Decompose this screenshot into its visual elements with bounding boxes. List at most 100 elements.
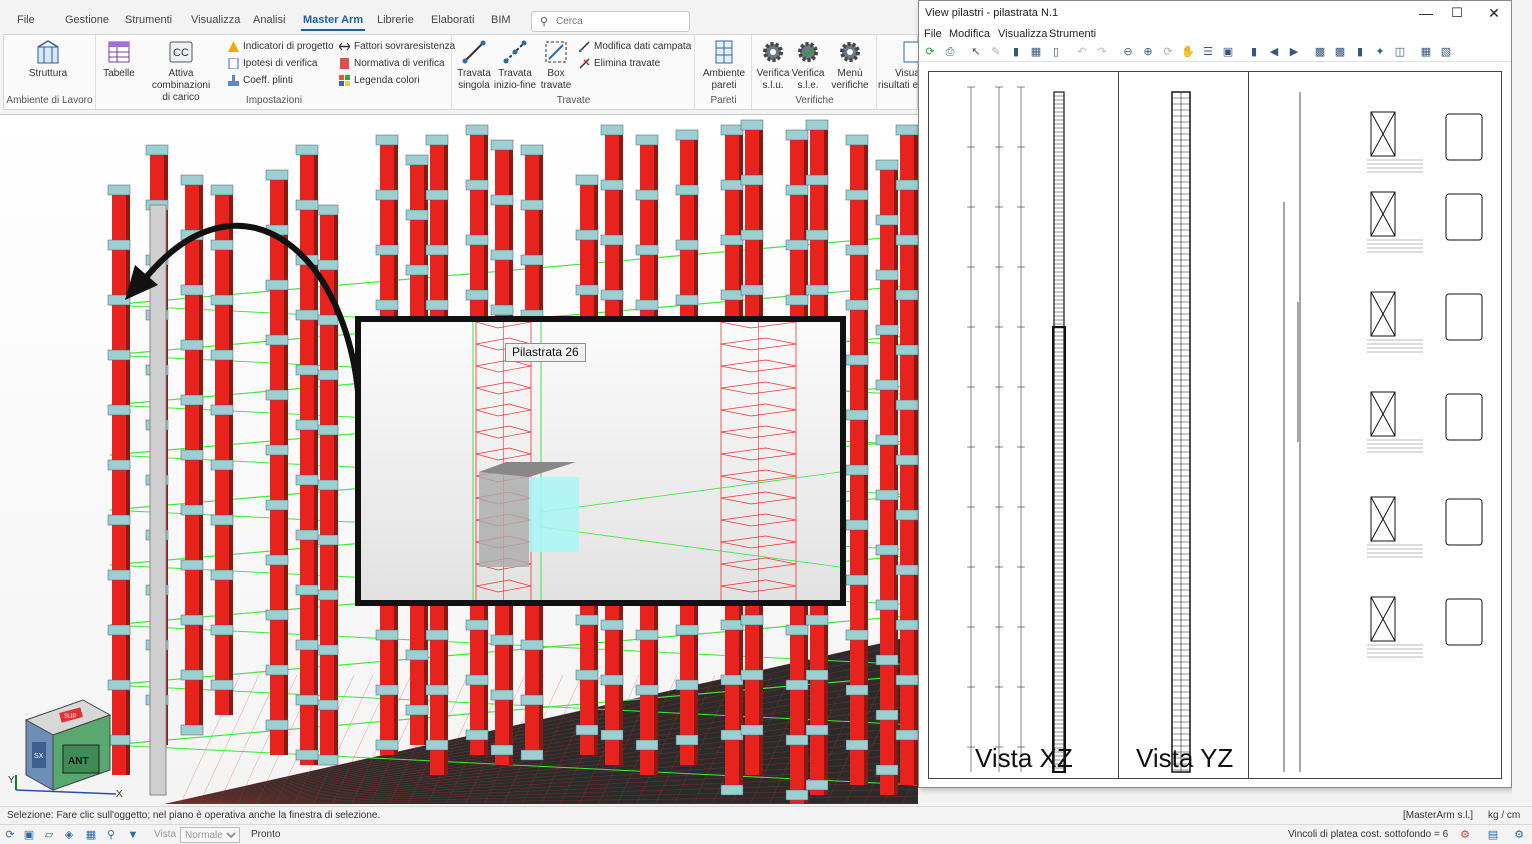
beam-column-node (895, 729, 918, 741)
indicatori-button[interactable]: Indicatori di progetto (228, 39, 334, 55)
search-input[interactable] (556, 14, 684, 29)
settings-icon[interactable]: ▧ (1439, 45, 1453, 59)
menu-strumenti[interactable]: Strumenti (125, 14, 172, 26)
filter-icon[interactable]: ⚲ (104, 828, 118, 842)
pan-icon[interactable]: ✋ (1181, 45, 1195, 59)
beam-column-node (107, 569, 131, 581)
beam-column-node (315, 259, 339, 271)
beam-column-node (425, 189, 449, 201)
section-icon[interactable]: ▦ (1029, 45, 1043, 59)
elimina-travate-button[interactable]: Elimina travate (579, 56, 660, 72)
bottom-toolbar: ⟳ ▣ ▱ ◈ ▦ ⚲ ▼ Vista : Normale Pronto Vin… (0, 824, 1532, 844)
edit-icon[interactable]: ✎ (989, 45, 1003, 59)
modifica-campata-button[interactable]: Modifica dati campata (579, 39, 691, 55)
sw-menu-strumenti[interactable]: Strumenti (1049, 28, 1096, 40)
menu-gestione[interactable]: Gestione (65, 14, 109, 26)
verifica-sle-button[interactable]: Verifica s.l.e. (790, 39, 826, 92)
struttura-button[interactable]: Struttura (28, 39, 68, 80)
zoom-in-icon[interactable]: ⊕ (1141, 45, 1155, 59)
menu-verifiche-button[interactable]: Menù verifiche (827, 39, 873, 92)
view-3d-icon[interactable]: ▱ (42, 828, 56, 842)
beam-column-node (315, 699, 339, 711)
undo-icon[interactable]: ↶ (1075, 45, 1089, 59)
render-icon[interactable]: ◈ (62, 828, 76, 842)
window-titlebar[interactable]: View pilastri - pilastrata N.1 — ☐ ✕ (919, 1, 1511, 25)
beam-column-node (845, 189, 869, 201)
beam-column-node (265, 279, 289, 291)
beam-column-node (845, 684, 869, 696)
menu-elaborati[interactable]: Elaborati (431, 14, 474, 26)
beam-column-node (180, 724, 204, 736)
forward-icon[interactable]: ▶ (1287, 45, 1301, 59)
coeff-plinti-button[interactable]: Coeff. plinti (228, 73, 293, 89)
back-icon[interactable]: ◀ (1267, 45, 1281, 59)
view-cube[interactable]: SUP SX ANT Y X (8, 690, 128, 800)
travata-singola-label-1: Travata (457, 68, 491, 79)
select-arrow-icon[interactable]: ↖ (969, 45, 983, 59)
rotate-icon[interactable]: ⟳ (1161, 45, 1175, 59)
beam-column-node (785, 624, 809, 636)
chart-icon[interactable]: ▩ (1313, 45, 1327, 59)
normativa-button[interactable]: Normativa di verifica (339, 56, 445, 72)
export-icon[interactable]: ▦ (1419, 45, 1433, 59)
menu-librerie[interactable]: Librerie (377, 14, 414, 26)
menu-visualizza[interactable]: Visualizza (191, 14, 240, 26)
vista-select[interactable]: Normale (180, 827, 240, 843)
constraint-icon[interactable]: ⚙ (1458, 828, 1472, 842)
beam-column-node (295, 639, 319, 651)
ipotesi-button[interactable]: Ipotesi di verifica (228, 56, 317, 72)
verifica-slu-button[interactable]: Verifica s.l.u. (755, 39, 791, 92)
redo-icon[interactable]: ↷ (1095, 45, 1109, 59)
menu-master-arm[interactable]: Master Arm (300, 14, 366, 31)
search-box[interactable]: ⚲ (531, 11, 690, 32)
sw-menu-file[interactable]: File (924, 28, 942, 40)
layers-icon[interactable]: ☰ (1201, 45, 1215, 59)
column-icon[interactable]: ▮ (1009, 45, 1023, 59)
zoomed-column-detail (472, 322, 840, 600)
bars-icon[interactable]: ▮ (1353, 45, 1367, 59)
column-drawing-area[interactable]: Vista XZ Vista YZ (928, 71, 1502, 779)
travata-inizio-fine-button[interactable]: Travata inizio-fine (493, 39, 537, 92)
close-icon[interactable]: ✕ (1479, 4, 1509, 22)
rebar-icon[interactable]: ▯ (1049, 45, 1063, 59)
diagram-icon[interactable]: ▩ (1333, 45, 1347, 59)
report-icon[interactable]: ▤ (1486, 828, 1500, 842)
beam-column-node (375, 629, 399, 641)
elevation-xz-drawing (967, 86, 1066, 773)
selected-column (149, 204, 167, 796)
settings-small-icon[interactable]: ⚙ (1512, 828, 1526, 842)
beam-column-node (895, 399, 918, 411)
maximize-icon[interactable]: ☐ (1442, 4, 1472, 22)
beam-column-node (315, 644, 339, 656)
box-travate-label-1: Box (547, 68, 565, 79)
star-icon[interactable]: ✦ (1373, 45, 1387, 59)
cube-front-label: ANT (68, 756, 89, 767)
layer-dropdown-icon[interactable]: ▼ (126, 828, 140, 842)
beam-column-node (575, 669, 599, 681)
legenda-button[interactable]: Legenda colori (339, 73, 420, 89)
fattori-button[interactable]: Fattori sovraresistenza (339, 39, 455, 55)
box-travate-button[interactable]: Box travate (539, 39, 573, 92)
tabelle-button[interactable]: Tabelle (101, 39, 137, 80)
split-view-icon[interactable]: ◫ (1393, 45, 1407, 59)
sw-menu-modifica[interactable]: Modifica (949, 28, 990, 40)
view-2d-icon[interactable]: ▣ (22, 828, 36, 842)
refresh-view-icon[interactable]: ⟳ (3, 828, 17, 842)
beam-column-node (720, 729, 744, 741)
menu-file[interactable]: File (17, 14, 35, 26)
sw-menu-visualizza[interactable]: Visualizza (998, 28, 1047, 40)
minimize-icon[interactable]: — (1411, 4, 1441, 22)
column-list-icon[interactable]: ▮ (1247, 45, 1261, 59)
menu-analisi[interactable]: Analisi (253, 14, 285, 26)
beam-column-node (845, 409, 869, 421)
travata-singola-button[interactable]: Travata singola (455, 39, 493, 92)
beam-column-node (180, 174, 204, 186)
grid-icon[interactable]: ▦ (84, 828, 98, 842)
ambiente-pareti-button[interactable]: Ambiente pareti (700, 39, 748, 92)
print-icon[interactable]: ⎙ (943, 45, 957, 59)
zoom-out-icon[interactable]: ⊖ (1121, 45, 1135, 59)
beam-column-node (575, 614, 599, 626)
zoom-extents-icon[interactable]: ▣ (1221, 45, 1235, 59)
refresh-icon[interactable]: ⟳ (923, 45, 937, 59)
menu-bim[interactable]: BIM (491, 14, 511, 26)
